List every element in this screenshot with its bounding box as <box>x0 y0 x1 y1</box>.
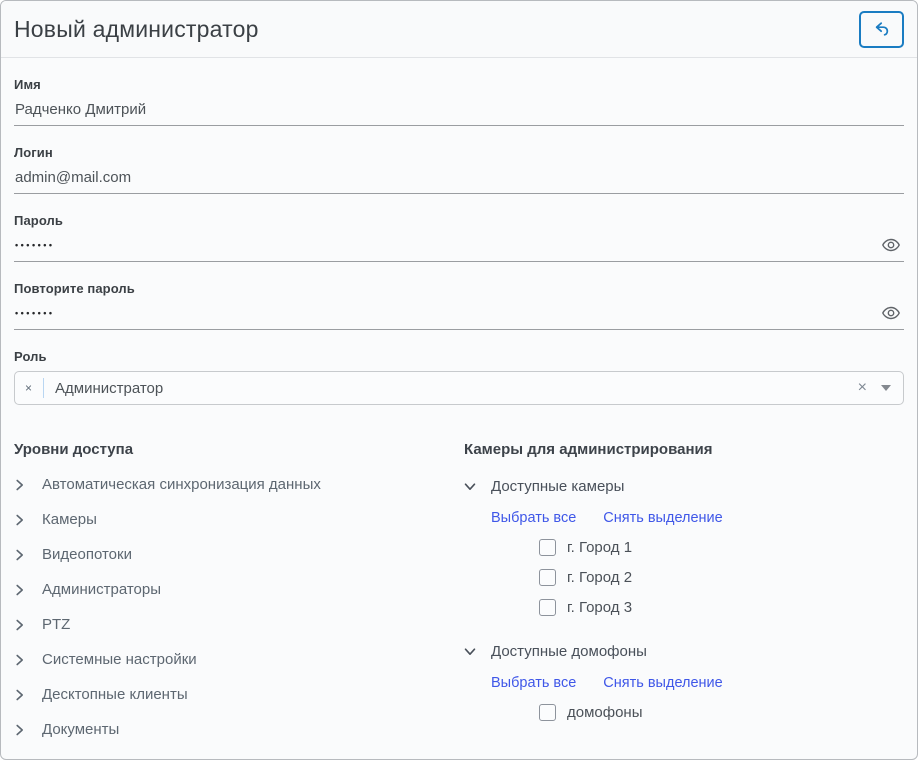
group-available-intercoms[interactable]: Доступные домофоны <box>464 643 904 660</box>
access-levels-title: Уровни доступа <box>14 441 464 458</box>
role-select[interactable]: × Администратор × <box>14 371 904 405</box>
checkbox-unchecked[interactable] <box>539 539 556 556</box>
field-password-repeat: Повторите пароль ••••••• <box>14 262 904 330</box>
tree-item-label: Автоматическая синхронизация данных <box>42 476 321 493</box>
tree-item-video-streams[interactable]: Видеопотоки <box>14 546 464 563</box>
field-login: Логин admin@mail.com <box>14 126 904 194</box>
field-password: Пароль ••••••• <box>14 194 904 262</box>
header: Новый администратор <box>1 1 917 58</box>
group-label: Доступные камеры <box>491 478 624 495</box>
password-repeat-input-value: ••••••• <box>15 308 55 318</box>
cameras-admin-panel: Камеры для администрирования Доступные к… <box>464 441 904 738</box>
new-admin-form-window: Новый администратор Имя Радченко Дмитрий… <box>0 0 918 760</box>
tree-item-label: Администраторы <box>42 581 161 598</box>
permissions-section: Уровни доступа Автоматическая синхрониза… <box>14 441 904 738</box>
camera-option-row[interactable]: г. Город 3 <box>539 599 904 616</box>
select-all-link[interactable]: Выбрать все <box>491 675 576 691</box>
field-password-repeat-label: Повторите пароль <box>14 281 904 296</box>
tree-item-label: PTZ <box>42 616 70 633</box>
checkbox-unchecked[interactable] <box>539 704 556 721</box>
toggle-password-visibility-button[interactable] <box>879 237 903 253</box>
tree-item-desktop-clients[interactable]: Десктопные клиенты <box>14 686 464 703</box>
checkbox-label: г. Город 1 <box>567 539 632 556</box>
checkbox-unchecked[interactable] <box>539 569 556 586</box>
field-login-label: Логин <box>14 145 904 160</box>
select-all-link[interactable]: Выбрать все <box>491 510 576 526</box>
checkbox-unchecked[interactable] <box>539 599 556 616</box>
tree-item-label: Камеры <box>42 511 97 528</box>
access-levels-panel: Уровни доступа Автоматическая синхрониза… <box>14 441 464 738</box>
field-password-label: Пароль <box>14 213 904 228</box>
chevron-right-icon <box>14 549 25 561</box>
intercom-option-row[interactable]: домофоны <box>539 704 904 721</box>
deselect-all-link[interactable]: Снять выделение <box>603 675 722 691</box>
name-input-value: Радченко Дмитрий <box>15 101 146 118</box>
field-name-label: Имя <box>14 77 904 92</box>
toggle-password-repeat-visibility-button[interactable] <box>879 305 903 321</box>
tree-item-documents[interactable]: Документы <box>14 721 464 738</box>
chevron-down-icon <box>464 646 476 657</box>
field-role-label: Роль <box>14 349 904 364</box>
chevron-down-icon[interactable] <box>881 385 891 391</box>
undo-arrow-icon <box>872 20 892 38</box>
deselect-all-link[interactable]: Снять выделение <box>603 510 722 526</box>
camera-option-row[interactable]: г. Город 2 <box>539 569 904 586</box>
password-input-value: ••••••• <box>15 240 55 250</box>
field-name: Имя Радченко Дмитрий <box>14 58 904 126</box>
chevron-right-icon <box>14 514 25 526</box>
chevron-right-icon <box>14 689 25 701</box>
checkbox-label: домофоны <box>567 704 643 721</box>
chevron-right-icon <box>14 479 25 491</box>
password-input[interactable]: ••••••• <box>14 228 904 262</box>
tree-item-label: Документы <box>42 721 119 738</box>
chevron-right-icon <box>14 619 25 631</box>
login-input-value: admin@mail.com <box>15 169 131 186</box>
chip-divider <box>43 378 44 398</box>
field-role: Роль × Администратор × <box>14 330 904 405</box>
group-label: Доступные домофоны <box>491 643 647 660</box>
back-button[interactable] <box>859 11 904 48</box>
login-input[interactable]: admin@mail.com <box>14 160 904 194</box>
chevron-down-icon <box>464 481 476 492</box>
tree-item-label: Системные настройки <box>42 651 197 668</box>
checkbox-label: г. Город 3 <box>567 599 632 616</box>
chevron-right-icon <box>14 584 25 596</box>
tree-item-cameras[interactable]: Камеры <box>14 511 464 528</box>
tree-item-system-settings[interactable]: Системные настройки <box>14 651 464 668</box>
checkbox-label: г. Город 2 <box>567 569 632 586</box>
role-selected-value: Администратор <box>55 380 163 397</box>
group-available-cameras[interactable]: Доступные камеры <box>464 478 904 495</box>
role-clear-icon[interactable]: × <box>858 380 867 396</box>
eye-icon <box>881 305 901 321</box>
chevron-right-icon <box>14 654 25 666</box>
eye-icon <box>881 237 901 253</box>
tree-item-label: Десктопные клиенты <box>42 686 188 703</box>
tree-item-administrators[interactable]: Администраторы <box>14 581 464 598</box>
page-title: Новый администратор <box>14 16 259 43</box>
cameras-admin-title: Камеры для администрирования <box>464 441 904 458</box>
chevron-right-icon <box>14 724 25 736</box>
role-chip-remove-icon[interactable]: × <box>25 382 32 394</box>
group-actions: Выбрать все Снять выделение <box>491 675 904 691</box>
camera-option-row[interactable]: г. Город 1 <box>539 539 904 556</box>
tree-item-label: Видеопотоки <box>42 546 132 563</box>
group-actions: Выбрать все Снять выделение <box>491 510 904 526</box>
tree-item-auto-sync[interactable]: Автоматическая синхронизация данных <box>14 476 464 493</box>
name-input[interactable]: Радченко Дмитрий <box>14 92 904 126</box>
password-repeat-input[interactable]: ••••••• <box>14 296 904 330</box>
tree-item-ptz[interactable]: PTZ <box>14 616 464 633</box>
